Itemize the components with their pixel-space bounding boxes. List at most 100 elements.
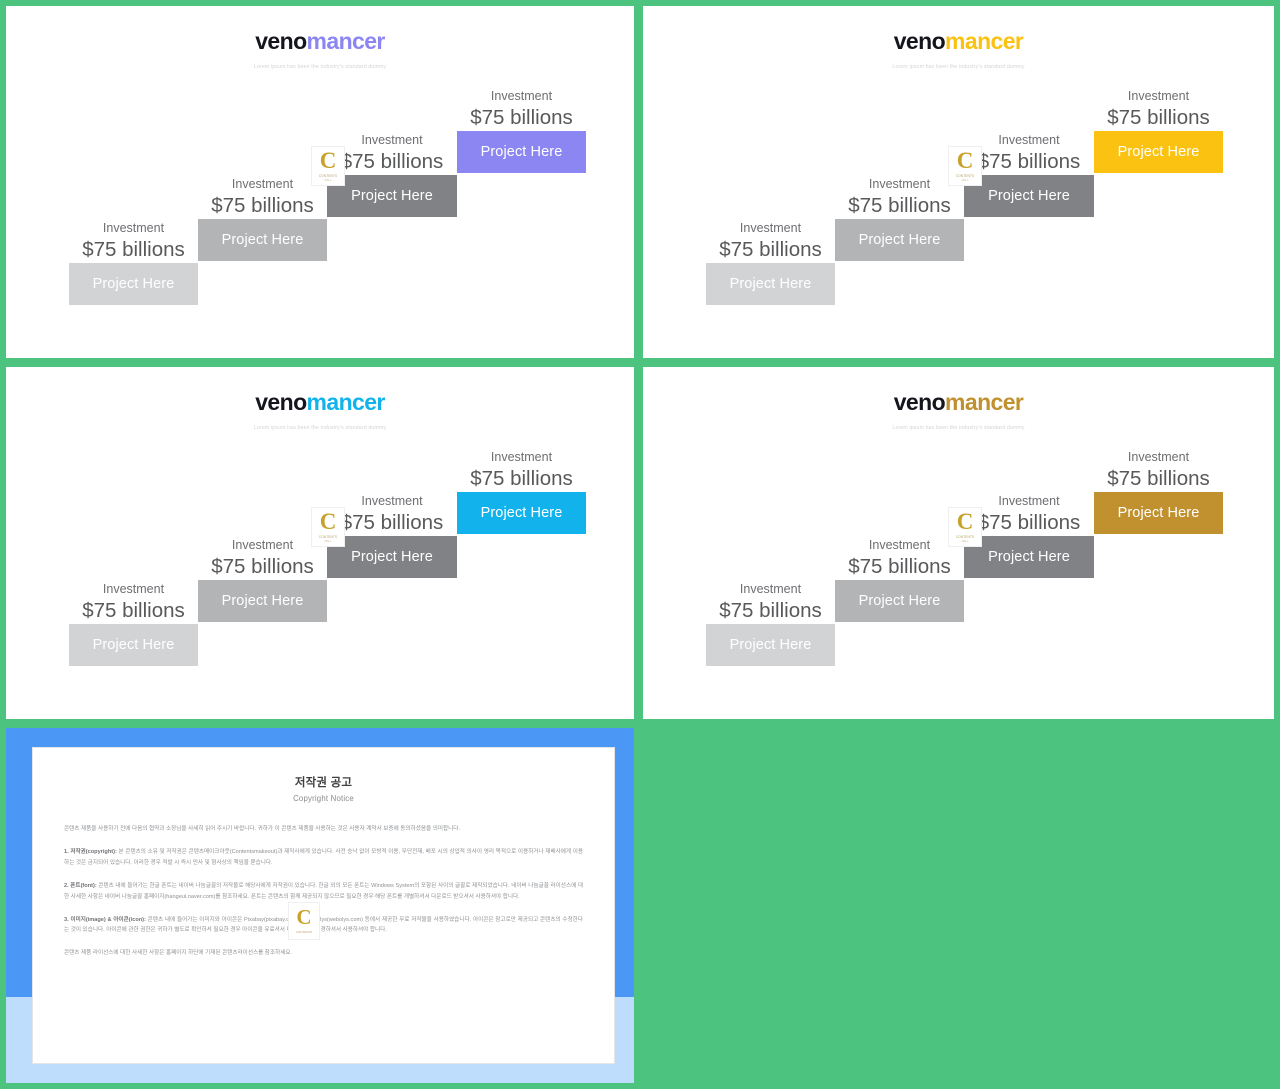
watermark-sub2: MALL	[961, 539, 969, 543]
investment-label: Investment	[102, 582, 165, 596]
investment-value: $75 billions	[82, 598, 185, 622]
project-bar[interactable]: Project Here	[69, 263, 198, 306]
project-bar[interactable]: Project Here	[964, 536, 1094, 579]
stair-step-4[interactable]: Investment $75 billions Project Here	[1094, 89, 1223, 174]
stair-step-3[interactable]: Investment $75 billions Project Here	[327, 494, 457, 579]
copyright-paragraph: 2. 폰트(font): 콘텐츠 내에 들어가는 한글 폰트는 네이버 나눔글꼴…	[64, 881, 583, 903]
paragraph-text: 본 콘텐츠의 소유 및 저작권은 콘텐츠메이크아웃(Contentsmakeou…	[64, 848, 583, 866]
paragraph-text: 콘텐츠 제품을 사용하기 전에 다음의 협약과 소장님을 사세히 읽어 주시기 …	[64, 826, 460, 832]
watermark-sub: CONTENTS	[318, 534, 338, 539]
investment-label: Investment	[490, 89, 553, 103]
stair-step-1[interactable]: Investment $75 billions Project Here	[69, 582, 198, 667]
slide-panel-1[interactable]: venomancer Lorem ipsum has been the indu…	[6, 6, 634, 358]
project-bar[interactable]: Project Here	[327, 536, 457, 579]
project-bar[interactable]: Project Here	[706, 624, 835, 667]
investment-label: Investment	[739, 582, 802, 596]
project-bar[interactable]: Project Here	[457, 492, 586, 535]
stair-step-4[interactable]: Investment $75 billions Project Here	[457, 450, 586, 535]
copyright-paragraph: 3. 이미지(image) & 아이콘(icon): 콘텐츠 내에 들어가는 이…	[64, 915, 583, 937]
stair-step-2[interactable]: Investment $75 billions Project Here	[198, 538, 327, 623]
paragraph-lead: 2. 폰트(font):	[64, 882, 97, 889]
project-bar[interactable]: Project Here	[835, 219, 964, 262]
contents-watermark-icon: C CONTENTS MALL	[311, 146, 345, 186]
copyright-subtitle: Copyright Notice	[293, 794, 354, 803]
watermark-sub2: MALL	[324, 539, 332, 543]
brand-logo-area: venomancer Lorem ipsum has been the indu…	[643, 6, 1274, 71]
project-bar[interactable]: Project Here	[327, 175, 457, 218]
investment-label: Investment	[361, 133, 423, 147]
contents-watermark-icon: C CONTENTS MALL	[948, 146, 982, 186]
project-bar[interactable]: Project Here	[69, 624, 198, 667]
staircase-chart: Investment $75 billions Project Here Inv…	[6, 431, 634, 681]
copyright-body: C CONTENTS 콘텐츠 제품을 사용하기 전에 다음의 협약과 소장님을 …	[64, 824, 583, 959]
watermark-sub2: MALL	[961, 178, 969, 182]
copyright-document: 저작권 공고 Copyright Notice C CONTENTS 콘텐츠 제…	[32, 747, 615, 1064]
investment-value: $75 billions	[977, 510, 1081, 534]
stair-step-2[interactable]: Investment $75 billions Project Here	[835, 538, 964, 623]
project-bar[interactable]: Project Here	[198, 219, 327, 262]
watermark-letter: C	[956, 509, 974, 535]
stair-step-2[interactable]: Investment $75 billions Project Here	[835, 177, 964, 262]
stair-step-4[interactable]: Investment $75 billions Project Here	[457, 89, 586, 174]
project-bar[interactable]: Project Here	[1094, 131, 1223, 174]
copyright-paragraph: 콘텐츠 제품 라이선스에 대한 사세한 사항은 홈페이지 하단에 기재된 콘텐츠…	[64, 948, 583, 959]
watermark-sub: CONTENTS	[295, 929, 313, 934]
investment-value: $75 billions	[211, 554, 314, 578]
stair-step-4[interactable]: Investment $75 billions Project Here	[1094, 450, 1223, 535]
stair-step-1[interactable]: Investment $75 billions Project Here	[706, 582, 835, 667]
investment-label: Investment	[998, 494, 1060, 508]
watermark-sub: CONTENTS	[318, 173, 338, 178]
stair-step-1[interactable]: Investment $75 billions Project Here	[69, 221, 198, 306]
project-bar[interactable]: Project Here	[457, 131, 586, 174]
paragraph-lead: 1. 저작권(copyright):	[64, 848, 117, 855]
investment-label: Investment	[1127, 450, 1190, 464]
investment-label: Investment	[868, 538, 931, 552]
investment-label: Investment	[739, 221, 802, 235]
investment-value: $75 billions	[82, 237, 185, 261]
investment-value: $75 billions	[977, 149, 1081, 173]
copyright-slide-panel[interactable]: 저작권 공고 Copyright Notice C CONTENTS 콘텐츠 제…	[6, 728, 634, 1083]
watermark-letter: C	[296, 905, 312, 930]
investment-label: Investment	[1127, 89, 1190, 103]
investment-value: $75 billions	[719, 598, 822, 622]
contents-watermark-icon: C CONTENTS	[288, 902, 320, 940]
copyright-title: 저작권 공고	[294, 777, 353, 789]
contents-watermark-icon: C CONTENTS MALL	[311, 507, 345, 547]
brand-name-accent: mancer	[306, 389, 386, 415]
slide-panel-2[interactable]: venomancer Lorem ipsum has been the indu…	[643, 6, 1274, 358]
slide-panel-3[interactable]: venomancer Lorem ipsum has been the indu…	[6, 367, 634, 719]
project-bar[interactable]: Project Here	[1094, 492, 1223, 535]
investment-label: Investment	[102, 221, 165, 235]
copyright-paragraph: 콘텐츠 제품을 사용하기 전에 다음의 협약과 소장님을 사세히 읽어 주시기 …	[64, 824, 583, 835]
brand-name-accent: mancer	[306, 28, 386, 54]
watermark-sub2: MALL	[324, 178, 332, 182]
watermark-letter: C	[956, 148, 974, 174]
watermark-letter: C	[319, 509, 337, 535]
brand-logo: venomancer	[6, 30, 634, 53]
investment-label: Investment	[231, 177, 294, 191]
brand-logo-area: venomancer Lorem ipsum has been the indu…	[643, 367, 1274, 432]
staircase-chart: Investment $75 billions Project Here Inv…	[643, 431, 1274, 681]
stair-step-3[interactable]: Investment $75 billions Project Here	[964, 133, 1094, 218]
stair-step-1[interactable]: Investment $75 billions Project Here	[706, 221, 835, 306]
stair-step-2[interactable]: Investment $75 billions Project Here	[198, 177, 327, 262]
brand-logo: venomancer	[6, 391, 634, 414]
brand-name-primary: veno	[893, 389, 946, 415]
investment-value: $75 billions	[848, 554, 951, 578]
slide-grid: venomancer Lorem ipsum has been the indu…	[0, 0, 1280, 1089]
investment-value: $75 billions	[848, 193, 951, 217]
staircase-chart: Investment $75 billions Project Here Inv…	[6, 70, 634, 320]
brand-logo-area: venomancer Lorem ipsum has been the indu…	[6, 6, 634, 71]
stair-step-3[interactable]: Investment $75 billions Project Here	[327, 133, 457, 218]
stair-step-3[interactable]: Investment $75 billions Project Here	[964, 494, 1094, 579]
investment-label: Investment	[490, 450, 553, 464]
project-bar[interactable]: Project Here	[964, 175, 1094, 218]
project-bar[interactable]: Project Here	[198, 580, 327, 623]
project-bar[interactable]: Project Here	[835, 580, 964, 623]
investment-value: $75 billions	[470, 466, 573, 490]
brand-name-accent: mancer	[945, 28, 1024, 54]
slide-panel-4[interactable]: venomancer Lorem ipsum has been the indu…	[643, 367, 1274, 719]
project-bar[interactable]: Project Here	[706, 263, 835, 306]
investment-value: $75 billions	[340, 149, 444, 173]
brand-logo-area: venomancer Lorem ipsum has been the indu…	[6, 367, 634, 432]
